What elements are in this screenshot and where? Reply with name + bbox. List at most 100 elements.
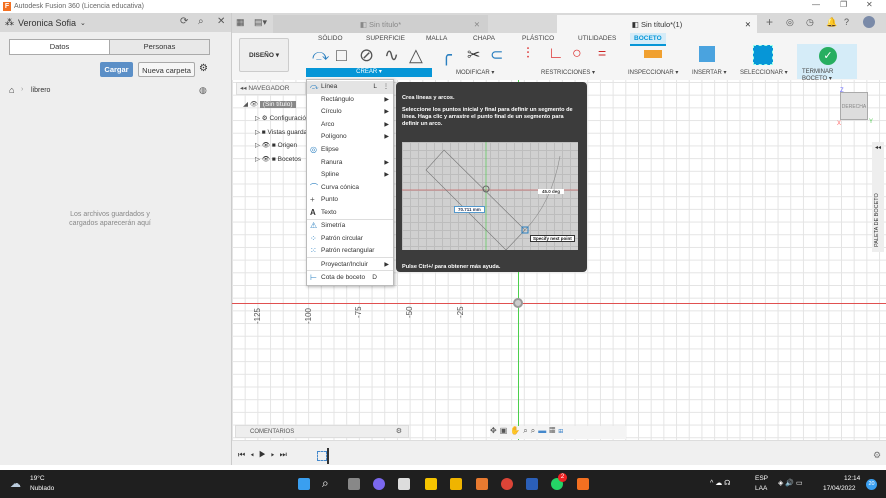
notification-badge[interactable]: 20 (866, 479, 877, 490)
close-icon[interactable]: ✕ (217, 16, 225, 27)
ribbon-tab-boceto[interactable]: BOCETO (630, 33, 666, 46)
help-icon[interactable]: ? (844, 17, 849, 27)
insert-menu-button[interactable]: INSERTAR ▾ (692, 69, 726, 76)
nav-item[interactable]: ▷ 👁 ■ Bocetos (255, 155, 301, 163)
word-icon[interactable] (526, 478, 538, 490)
task-view-icon[interactable] (348, 478, 360, 490)
viewcube[interactable]: DERECHA (840, 92, 868, 120)
tab-datos[interactable]: Datos (10, 40, 109, 54)
tab-personas[interactable]: Personas (109, 40, 209, 54)
close-tab-icon[interactable]: ✕ (474, 20, 480, 29)
menu-item-simetria[interactable]: ⚠ Simetría (307, 220, 393, 233)
extensions-icon[interactable]: ◎ (786, 17, 794, 28)
app-icon[interactable] (476, 478, 488, 490)
timeline-marker[interactable] (327, 448, 329, 464)
breadcrumb[interactable]: librero (31, 87, 50, 94)
job-status-icon[interactable]: ◷ (806, 17, 814, 28)
refresh-icon[interactable]: ⟳ (180, 16, 188, 27)
timeline-settings-icon[interactable]: ⚙ (873, 450, 881, 461)
clock-date[interactable]: 17/04/2022 (823, 485, 856, 492)
network-volume-battery-icons[interactable]: ◈ 🔊 ▭ (778, 479, 803, 487)
close-tab-icon[interactable]: ✕ (745, 20, 751, 29)
fusion-taskbar-icon[interactable] (577, 478, 589, 490)
menu-item-poligono[interactable]: Polígono ▶ (307, 131, 393, 144)
menu-item-patron-rectangular[interactable]: ⁙ Patrón rectangular (307, 245, 393, 258)
ribbon-tab-malla[interactable]: MALLA (426, 35, 447, 42)
sketch-palette-tab[interactable]: ◂◂ PALETA DE BOCETO (872, 142, 884, 252)
ribbon-tab-solido[interactable]: SÓLIDO (318, 35, 343, 42)
trim-scissors-icon[interactable]: ✂ (467, 45, 480, 65)
tangent-icon[interactable]: ○ (572, 45, 582, 63)
coincident-constraint-icon[interactable]: ⫶ (526, 45, 530, 62)
nav-item[interactable]: ▷ 👁 ■ Origen (255, 141, 297, 149)
timeline-sketch-icon[interactable] (317, 451, 327, 461)
equal-icon[interactable]: = (598, 45, 606, 61)
upload-button[interactable]: Cargar (100, 62, 133, 77)
select-icon[interactable] (753, 45, 773, 65)
tab-doc-1[interactable]: ◧ Sin título* ✕ (273, 15, 488, 33)
new-folder-button[interactable]: Nueva carpeta (138, 62, 195, 77)
menu-item-proyectar[interactable]: Proyectar/Incluir ▶ (307, 259, 393, 272)
ribbon-tab-plastico[interactable]: PLÁSTICO (522, 35, 554, 42)
offset-icon[interactable]: ⊂ (490, 45, 503, 65)
close-window-button[interactable]: ✕ (866, 0, 873, 9)
menu-item-linea[interactable]: ⤼ Línea L ⋮ (307, 81, 393, 94)
polygon-tool-icon[interactable]: △ (409, 45, 423, 66)
app-grid-icon[interactable]: ▦ (236, 17, 245, 28)
first-frame-icon[interactable]: ⏮ (238, 450, 250, 459)
weather-desc[interactable]: Nublado (30, 485, 54, 492)
home-icon[interactable]: ⌂ (9, 85, 14, 95)
navigator-header[interactable]: ◂◂ NAVEGADOR (236, 82, 306, 95)
comments-panel[interactable]: COMENTARIOS ⚙ (235, 425, 409, 438)
menu-item-circulo[interactable]: Círculo ▶ (307, 106, 393, 119)
menu-item-spline[interactable]: Spline ▶ (307, 169, 393, 182)
clock-time[interactable]: 12:14 (844, 475, 860, 482)
menu-item-cota[interactable]: ⊢ Cota de boceto D (307, 272, 393, 285)
grid-settings-icon[interactable]: ▦ (549, 426, 558, 435)
menu-item-patron-circular[interactable]: ⁘ Patrón circular (307, 233, 393, 246)
snipping-tool-icon[interactable] (398, 478, 410, 490)
finish-sketch-button[interactable]: ✓ TERMINAR BOCETO ▾ (797, 44, 857, 82)
ribbon-tab-superficie[interactable]: SUPERFICIE (366, 35, 405, 42)
search-taskbar-icon[interactable]: ⌕ (322, 476, 329, 491)
nav-item[interactable]: ▷ ⚙ Configuración (255, 114, 310, 122)
create-menu-button[interactable]: CREAR ▾ (306, 68, 432, 77)
next-icon[interactable]: ▸ (271, 450, 280, 459)
language[interactable]: ESP (755, 475, 768, 482)
menu-item-arco[interactable]: Arco ▶ (307, 119, 393, 132)
tray-icons[interactable]: ^ ☁ ☊ (710, 479, 730, 487)
search-icon[interactable]: ⌕ (198, 16, 204, 27)
menu-item-texto[interactable]: A Texto (307, 207, 393, 220)
teams-icon[interactable] (373, 478, 385, 490)
last-frame-icon[interactable]: ⏭ (280, 450, 292, 459)
line-tool-icon[interactable]: ⤼ (312, 47, 329, 65)
file-explorer-icon[interactable] (450, 478, 462, 490)
sticky-notes-icon[interactable] (425, 478, 437, 490)
weather-temp[interactable]: 19°C (30, 475, 45, 482)
user-dropdown[interactable]: Veronica Sofia (18, 18, 76, 28)
rectangle-tool-icon[interactable]: □ (336, 45, 347, 66)
modify-menu-button[interactable]: MODIFICAR ▾ (456, 69, 494, 76)
menu-item-elipse[interactable]: ◎ Elipse (307, 144, 393, 157)
inspect-menu-button[interactable]: INSPECCIONAR ▾ (628, 69, 678, 76)
language-layout[interactable]: LAA (755, 485, 767, 492)
navigator-root[interactable]: ◢ 👁 (Sin título) (243, 100, 296, 108)
constraints-menu-button[interactable]: RESTRICCIONES ▾ (541, 69, 595, 76)
file-menu-icon[interactable]: ▤▾ (254, 17, 267, 28)
pan-hand-icon[interactable]: ✋ (510, 426, 523, 435)
settings-gear-icon[interactable]: ⚙ (199, 63, 208, 74)
look-at-icon[interactable]: ▣ (500, 426, 511, 435)
measure-icon[interactable] (644, 50, 662, 58)
viewports-icon[interactable]: ⊞ (558, 426, 566, 435)
minimize-button[interactable]: — (812, 0, 820, 9)
play-icon[interactable]: ▶ (259, 450, 271, 459)
orbit-icon[interactable]: ✥ (490, 426, 500, 435)
menu-item-ranura[interactable]: Ranura ▶ (307, 157, 393, 170)
fillet-icon[interactable]: ╭ (441, 45, 452, 66)
notifications-icon[interactable]: 🔔 (826, 17, 837, 28)
comments-settings-icon[interactable]: ⚙ (396, 426, 402, 438)
tab-doc-2[interactable]: ◧ Sin título*(1) ✕ (557, 15, 757, 33)
chrome-icon[interactable] (501, 478, 513, 490)
menu-item-rectangulo[interactable]: Rectángulo ▶ (307, 94, 393, 107)
origin-point[interactable] (513, 298, 523, 308)
